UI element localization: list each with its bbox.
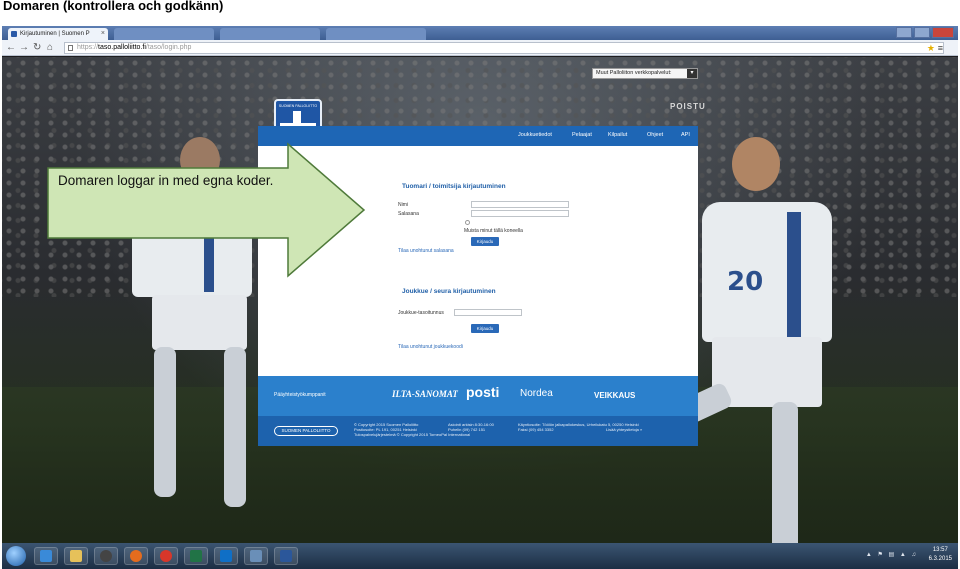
- forward-icon[interactable]: →: [19, 41, 29, 55]
- callout-arrow: Domaren loggar in med egna koder.: [46, 142, 366, 278]
- slide-title: Domaren (kontrollera och godkänn): [3, 0, 224, 13]
- chrome-taskbar-button[interactable]: [154, 547, 178, 565]
- media-player-taskbar-button[interactable]: [94, 547, 118, 565]
- outlook-taskbar-button[interactable]: [214, 547, 238, 565]
- footer-badge-logo[interactable]: SUOMEN PALLOLIITTO: [274, 426, 338, 436]
- bookmark-star-icon[interactable]: ★: [927, 43, 935, 53]
- arrow-shape: [47, 142, 366, 278]
- name-label: Nimi: [398, 202, 408, 208]
- tab-other[interactable]: [220, 28, 320, 40]
- tab-close-icon[interactable]: ×: [101, 28, 105, 40]
- site-footer: SUOMEN PALLOLIITTO © Copyright 2015 Suom…: [258, 416, 698, 446]
- nav-item-competitions[interactable]: Kilpailut: [608, 132, 627, 138]
- browser-window: Kirjautuminen | Suomen P × ← → ↻ ⌂ https…: [2, 26, 958, 569]
- forgot-team-code-link[interactable]: Tilaa unohtunut joukkuekoodi: [398, 344, 463, 350]
- tab-other[interactable]: [326, 28, 426, 40]
- crest-text: SUOMEN PALLOLIITTO: [278, 104, 318, 108]
- nav-item-players[interactable]: Pelaajat: [572, 132, 592, 138]
- password-label: Salasana: [398, 211, 419, 217]
- nav-item-api[interactable]: API: [681, 132, 690, 138]
- footer-col2: Asiointi arkisin 8:30-16:00 Puhelin (09)…: [448, 422, 494, 432]
- external-services-dropdown[interactable]: Muut Palloliiton verkkopalvelut: ▾: [592, 68, 698, 79]
- team-code-label: Joukkue-tasoitunnus: [398, 310, 444, 316]
- windows-taskbar: ▲ ⚑ ▤ ▲ ♫ 13:57 6.3.2015: [2, 543, 958, 569]
- dropdown-value: Muut Palloliiton verkkopalvelut:: [596, 70, 672, 76]
- tab-login[interactable]: Kirjautuminen | Suomen P ×: [8, 28, 108, 40]
- explorer-taskbar-button[interactable]: [64, 547, 88, 565]
- tab-other[interactable]: [114, 28, 214, 40]
- lock-icon: [68, 45, 73, 51]
- name-input[interactable]: [471, 201, 569, 208]
- referee-login-title: Tuomari / toimitsija kirjautuminen: [402, 183, 506, 190]
- tab-title: Kirjautuminen | Suomen P: [20, 31, 90, 37]
- team-login-button[interactable]: Kirjaudu: [471, 324, 499, 333]
- tab-strip: Kirjautuminen | Suomen P ×: [2, 26, 958, 40]
- footer-col4: Lisää yhteystietoja »: [606, 427, 642, 432]
- ie-taskbar-button[interactable]: [34, 547, 58, 565]
- footer-system-copyright: Tulospalvelujärjestelmä © Copyright 2015…: [354, 432, 471, 437]
- remember-label: Muista minut tällä koneella: [464, 228, 523, 234]
- password-input[interactable]: [471, 210, 569, 217]
- nordea-logo[interactable]: Nordea: [520, 388, 553, 399]
- excel-taskbar-button[interactable]: [184, 547, 208, 565]
- remember-checkbox[interactable]: [465, 220, 470, 225]
- team-code-input[interactable]: [454, 309, 522, 316]
- sponsor-label: Pääyhteistyökumppanit: [274, 392, 326, 398]
- chevron-down-icon: ▾: [687, 69, 697, 78]
- clock-time: 13:57: [932, 547, 948, 553]
- firefox-taskbar-button[interactable]: [124, 547, 148, 565]
- start-button[interactable]: [6, 546, 26, 566]
- more-contacts-link[interactable]: Lisää yhteystietoja »: [606, 427, 642, 432]
- posti-logo[interactable]: posti: [466, 384, 499, 400]
- url-path: /taso/login.php: [145, 44, 192, 51]
- minimize-button[interactable]: [896, 27, 912, 38]
- nav-item-help[interactable]: Ohjeet: [647, 132, 663, 138]
- team-login-title: Joukkue / seura kirjautuminen: [402, 288, 496, 295]
- taskbar-clock[interactable]: 13:57 6.3.2015: [929, 546, 952, 564]
- home-icon[interactable]: ⌂: [47, 41, 53, 55]
- forgot-password-link[interactable]: Tilaa unohtunut salasana: [398, 248, 454, 254]
- page-viewport: 19 20 Muut Palloliiton verkkopalvelut: ▾…: [2, 57, 958, 543]
- system-tray-icons[interactable]: ▲ ⚑ ▤ ▲ ♫: [866, 551, 918, 558]
- window-controls: [896, 27, 954, 38]
- app-taskbar-button[interactable]: [244, 547, 268, 565]
- sponsor-bar: Pääyhteistyökumppanit ILTA-SANOMAT posti…: [258, 376, 698, 416]
- veikkaus-logo[interactable]: VEIKKAUS: [594, 391, 635, 400]
- close-window-button[interactable]: [932, 27, 954, 38]
- footer-phone: Puhelin (09) 742 151: [448, 427, 486, 432]
- browser-menu-icon[interactable]: ≡: [938, 43, 943, 53]
- logout-link[interactable]: POISTU: [670, 102, 706, 111]
- url-scheme: https://: [77, 44, 99, 51]
- back-icon[interactable]: ←: [6, 41, 16, 55]
- browser-toolbar: ← → ↻ ⌂ https://taso.palloliitto.fi/taso…: [2, 40, 958, 56]
- url-host: taso.palloliitto.fi: [98, 44, 146, 51]
- maximize-button[interactable]: [914, 27, 930, 38]
- reload-icon[interactable]: ↻: [33, 41, 41, 55]
- nav-item-team-info[interactable]: Joukkuetiedot: [518, 132, 552, 138]
- word-taskbar-button[interactable]: [274, 547, 298, 565]
- clock-date: 6.3.2015: [928, 556, 952, 562]
- ilta-sanomat-logo[interactable]: ILTA-SANOMAT: [392, 389, 458, 399]
- address-bar[interactable]: https://taso.palloliitto.fi/taso/login.p…: [64, 42, 944, 54]
- referee-login-button[interactable]: Kirjaudu: [471, 237, 499, 246]
- favicon-icon: [11, 31, 17, 37]
- callout-text: Domaren loggar in med egna koder.: [58, 173, 274, 188]
